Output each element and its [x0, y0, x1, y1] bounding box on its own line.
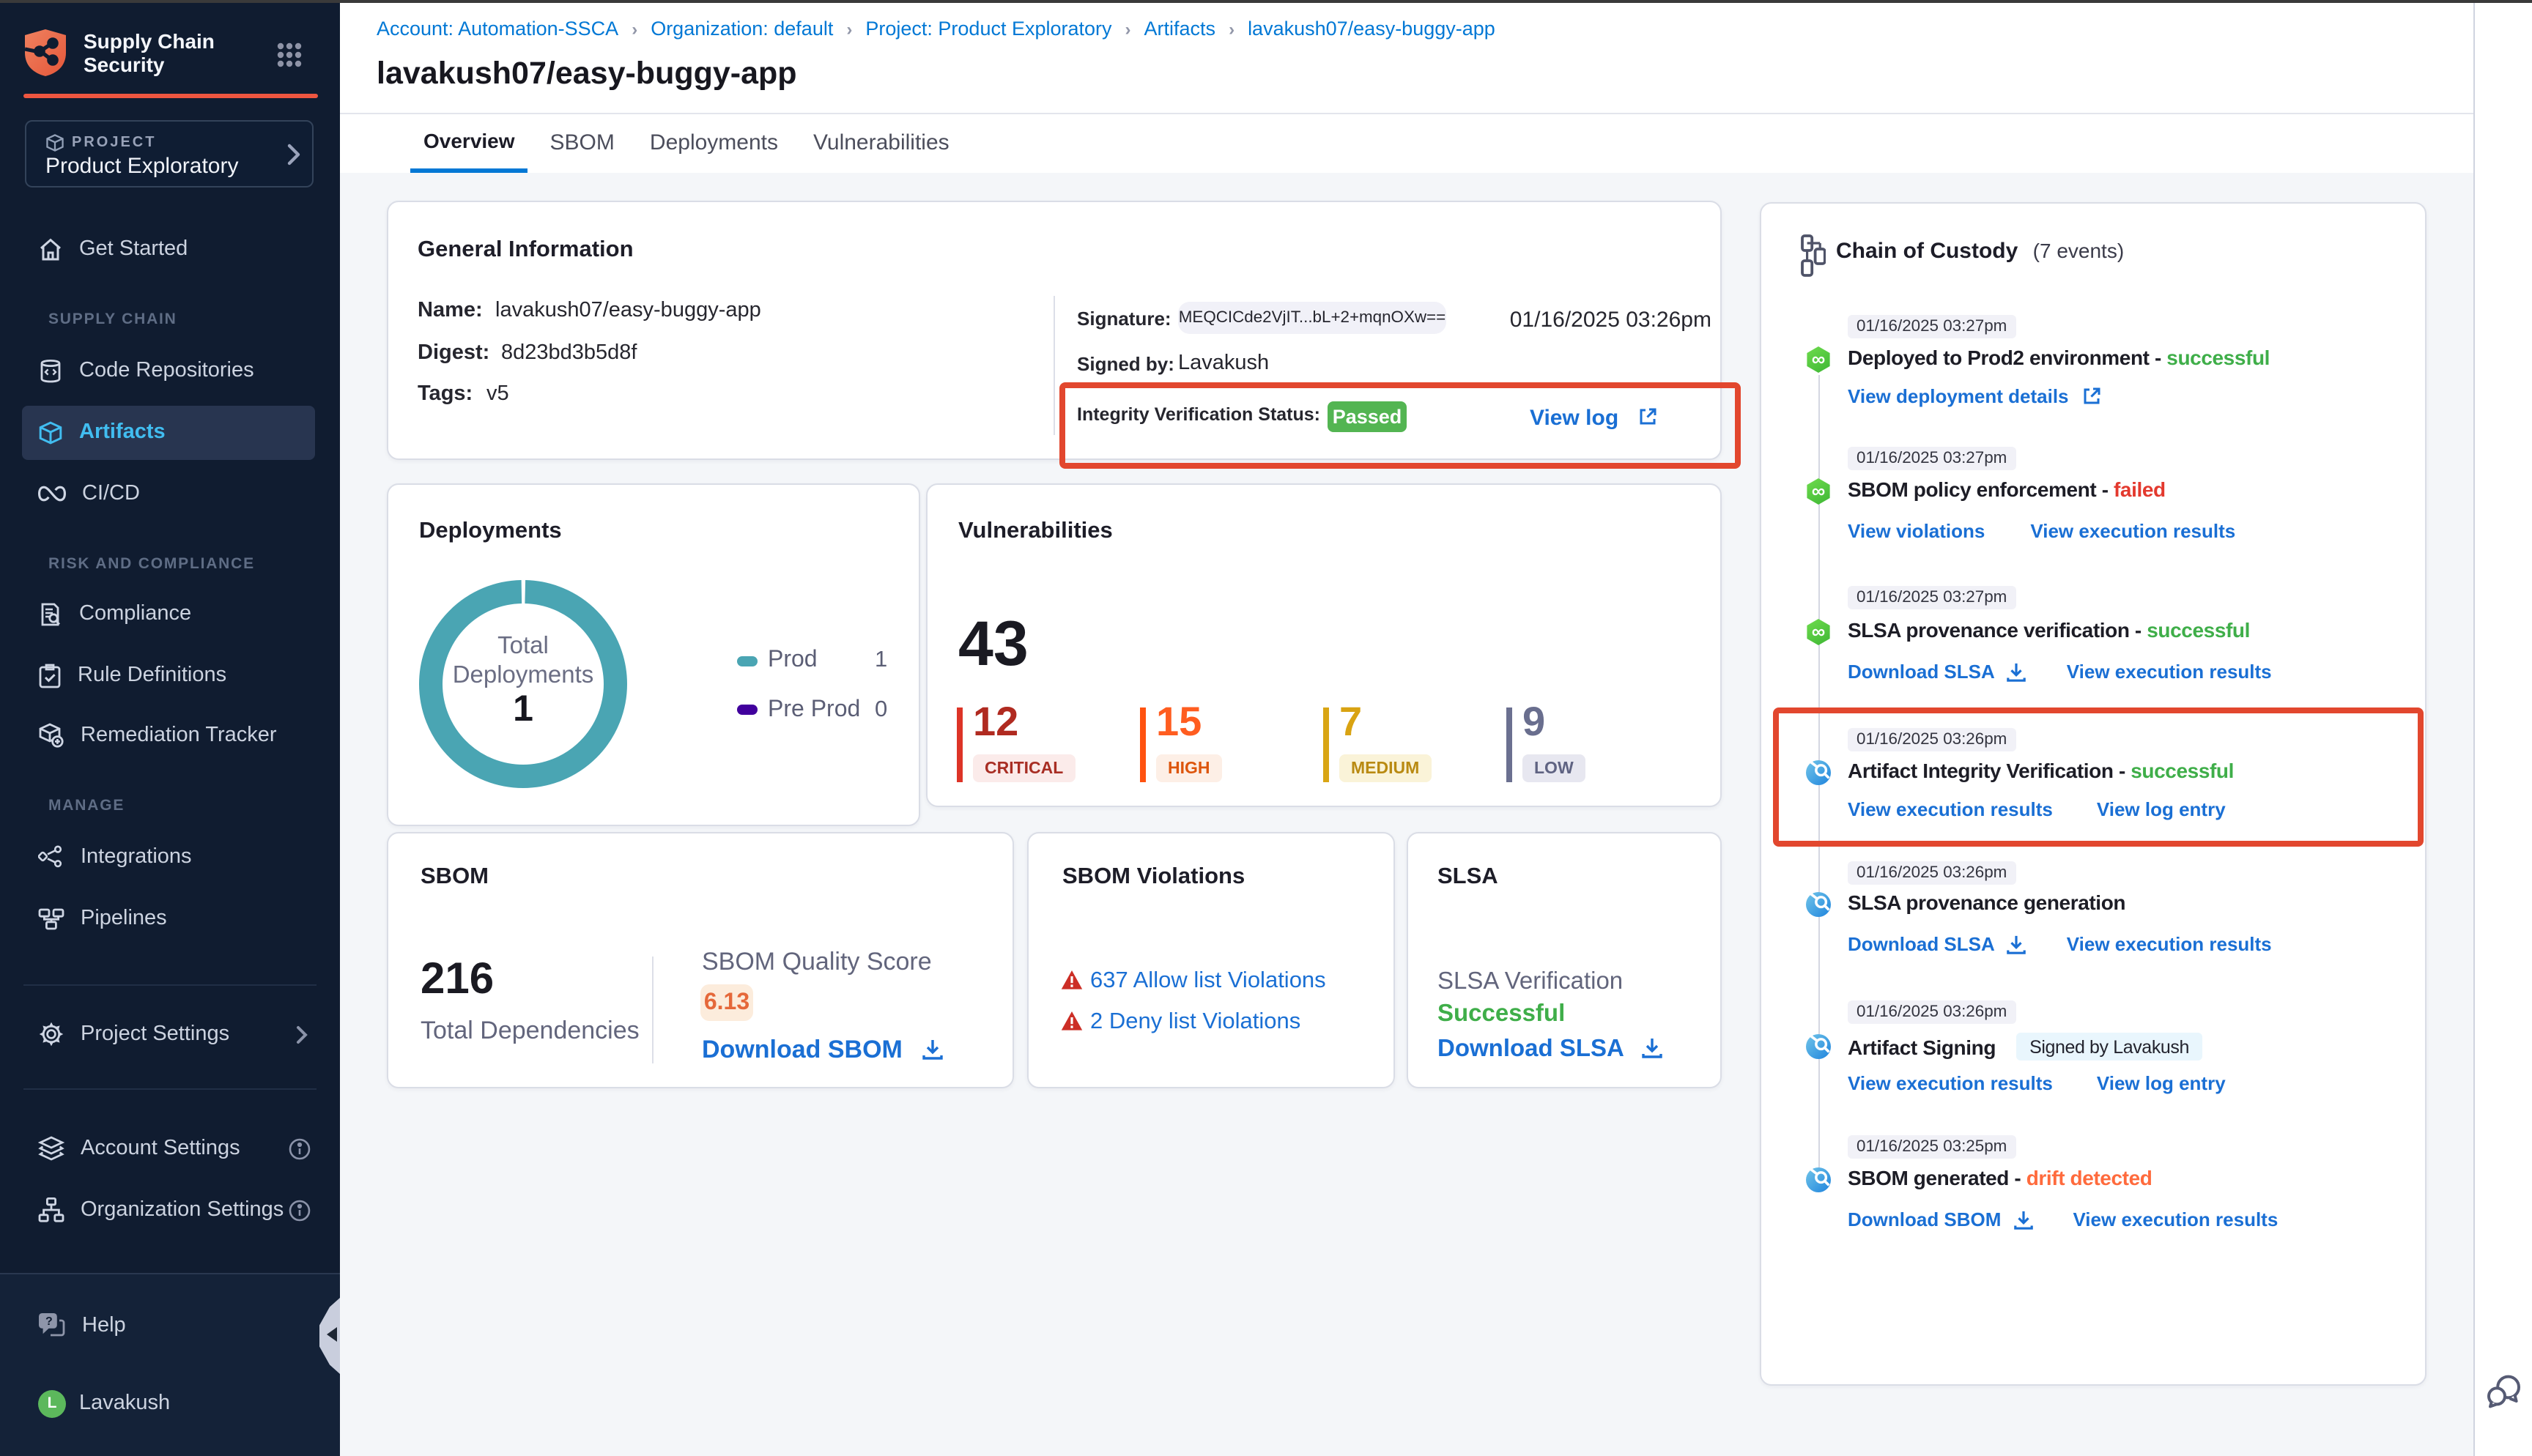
svg-text:∞: ∞: [1812, 348, 1826, 370]
svg-text:∞: ∞: [1812, 480, 1826, 502]
svg-text:∞: ∞: [1812, 620, 1826, 642]
svg-text:?: ?: [45, 1315, 53, 1328]
